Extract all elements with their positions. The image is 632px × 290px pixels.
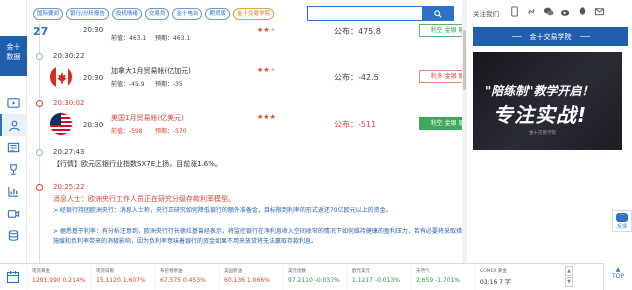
top-label: TOP [611, 273, 624, 280]
event-actual: 公布：-42.5 [334, 73, 379, 82]
ticker-item[interactable]: 现货黄金 1291.990 0.214% [27, 264, 91, 290]
right-panel: 关注我们 金十交易学院 "陪练制"教学开启！ 专注实战! 金十交易学院 [467, 0, 632, 263]
canada-flag-icon [49, 65, 73, 89]
trophy-icon[interactable] [0, 158, 27, 180]
news-body-1: > 经银行持团欧洲央行：消息人士称，央行正研究如何降低银行的额外准备金，目标限到… [53, 207, 392, 214]
weibo-icon[interactable] [559, 5, 572, 18]
brand-logo[interactable]: 金十 数据 [0, 36, 27, 76]
timeline-dot [36, 100, 43, 107]
video-icon[interactable] [0, 92, 27, 114]
tag-list: 国际要闻 银行/分析报告 投机情绪 交易员 金十电台 期货版 金十交易学院 [33, 8, 274, 20]
event-actual: 公布：475.8 [334, 27, 381, 36]
feedback-button[interactable]: ··· 反馈 [612, 210, 632, 232]
ticker-up-icon[interactable]: ▲ [565, 266, 573, 276]
wechat-icon[interactable] [542, 5, 555, 18]
timeline-dot [36, 53, 43, 60]
top-toolbar: 国际要闻 银行/分析报告 投机情绪 交易员 金十电台 期货版 金十交易学院 [27, 0, 462, 24]
search-button[interactable] [422, 7, 453, 20]
event-actual: 公布：-511 [334, 120, 377, 129]
ticker-item[interactable]: 美元指数 97.2110 -0.037% [283, 264, 347, 290]
left-sidebar: 金十 数据 [0, 0, 27, 263]
chart-icon[interactable] [0, 180, 27, 202]
search-box [307, 6, 454, 21]
ticker-item[interactable]: 现货白银 15.1120 1.607% [91, 264, 155, 290]
calendar-event[interactable]: 20:30 前值：463.1 预期：463.1 ★★★ 公布：475.8 利空 … [27, 24, 482, 42]
search-input[interactable] [310, 8, 420, 19]
news-icon[interactable] [0, 136, 27, 158]
news-body-2: > 据悉基于利率：有分析注意到，欧洲央行行长德拉基曾经表示，将监控银行在净利息收… [53, 228, 462, 245]
news-headline: 消息人士：欧洲央行工作人员正在研究分级存款利率模型。 [53, 195, 235, 203]
banner-line-2: 专注实战! [493, 103, 588, 127]
tag-international[interactable]: 国际要闻 [33, 8, 64, 20]
event-prev: 前值：-598 [111, 128, 143, 135]
ticker-down-icon[interactable]: ▼ [565, 277, 573, 287]
ticker-item[interactable]: 美国原油 60.136 1.066% [219, 264, 283, 290]
tag-sentiment[interactable]: 投机情绪 [111, 8, 142, 20]
promo-banner[interactable]: "陪练制"教学开启！ 专注实战! 金十交易学院 [473, 52, 622, 150]
qq-icon[interactable] [576, 5, 589, 18]
tag-academy[interactable]: 金十交易学院 [232, 8, 274, 20]
ticker-item[interactable]: 布伦特原油 67.575 0.453% [155, 264, 219, 290]
news-time: 20:25:22 [53, 183, 85, 191]
social-links [508, 5, 606, 18]
tag-futures[interactable]: 期货版 [205, 8, 230, 20]
ticker-item[interactable]: COMEX 黄金 03:16 7 字 [475, 264, 539, 290]
news-feed: 20:30 前值：463.1 预期：463.1 ★★★ 公布：475.8 利空 … [27, 24, 482, 263]
mail-icon[interactable] [593, 5, 606, 18]
importance-stars: ★★★ [257, 113, 276, 121]
tag-bank-report[interactable]: 银行/分析报告 [66, 8, 109, 20]
link-icon[interactable] [525, 5, 538, 18]
event-forecast: 预期：463.1 [155, 35, 191, 42]
ticker-list: 现货黄金 1291.990 0.214% 现货白银 15.1120 1.607% 布… [27, 264, 539, 290]
banner-logo: 金十交易学院 [529, 131, 556, 136]
academy-title: 金十交易学院 [529, 32, 572, 41]
search-icon [433, 9, 442, 18]
database-icon[interactable] [0, 224, 27, 246]
event-forecast: 预期：-35 [155, 81, 183, 88]
tag-trader[interactable]: 交易员 [144, 8, 170, 20]
event-stamp: 20:30:02 [53, 99, 85, 107]
banner-line-1: "陪练制"教学开启！ [485, 84, 594, 98]
importance-stars: ★★★ [257, 26, 276, 34]
timeline-dot [36, 184, 43, 191]
event-time: 20:30 [83, 26, 104, 34]
event-title: 加拿大1月贸易帐(亿加元) [111, 67, 191, 75]
ticker-item[interactable]: 欧元美元 1.1217 -0.013% [347, 264, 411, 290]
user-icon[interactable] [0, 114, 27, 136]
event-prev: 前值：-45.9 [111, 81, 145, 88]
follow-label: 关注我们 [473, 10, 499, 18]
ticker-nav: ▲ ▼ [565, 266, 573, 287]
calendar-event[interactable]: 20:30:22 20:30 加拿大1月贸易帐(亿加元) 前值：-45.9 预期… [27, 50, 482, 94]
chat-icon: ··· [616, 213, 628, 222]
event-prev: 前值：463.1 [111, 35, 147, 42]
brand-line-2: 数据 [6, 53, 21, 61]
event-time: 20:30 [83, 74, 104, 82]
news-item[interactable]: 20:27:43 【行情】欧元区银行业指数SX7E上扬，目前涨1.6%。 [27, 146, 462, 176]
event-time: 20:30 [83, 121, 104, 129]
market-ticker: 现货黄金 1291.990 0.214% 现货白银 15.1120 1.607% 布… [0, 263, 632, 290]
usa-flag-icon [49, 112, 73, 136]
brand-line-1: 金十 [6, 43, 21, 51]
ticker-item[interactable]: 天然气 2.659 -1.701% [411, 264, 475, 290]
calendar-event[interactable]: 20:30:02 20:30 美国1月贸易帐(亿美元) 前值：-598 预期：-… [27, 97, 482, 143]
live-count-badge[interactable]: 27 [33, 25, 48, 38]
phone-icon[interactable] [508, 5, 521, 18]
tag-radio[interactable]: 金十电台 [172, 8, 203, 20]
feedback-label: 反馈 [616, 224, 627, 230]
back-to-top-button[interactable]: ▲ TOP [603, 263, 632, 290]
timeline-dot [36, 149, 43, 156]
news-text: 【行情】欧元区银行业指数SX7E上扬，目前涨1.6%。 [53, 160, 222, 168]
calendar-icon[interactable] [6, 270, 20, 284]
news-item[interactable]: 20:25:22 消息人士：欧洲央行工作人员正在研究分级存款利率模型。 > 经银… [27, 181, 462, 263]
importance-stars: ★★★ [257, 66, 276, 74]
arrow-up-icon: ▲ [615, 266, 621, 273]
event-title: 美国1月贸易帐(亿美元) [111, 114, 184, 122]
academy-header[interactable]: 金十交易学院 [473, 27, 628, 46]
event-stamp: 20:30:22 [53, 52, 85, 60]
camera-icon[interactable] [0, 202, 27, 224]
news-time: 20:27:43 [53, 148, 85, 156]
event-forecast: 预期：-570 [155, 128, 187, 135]
